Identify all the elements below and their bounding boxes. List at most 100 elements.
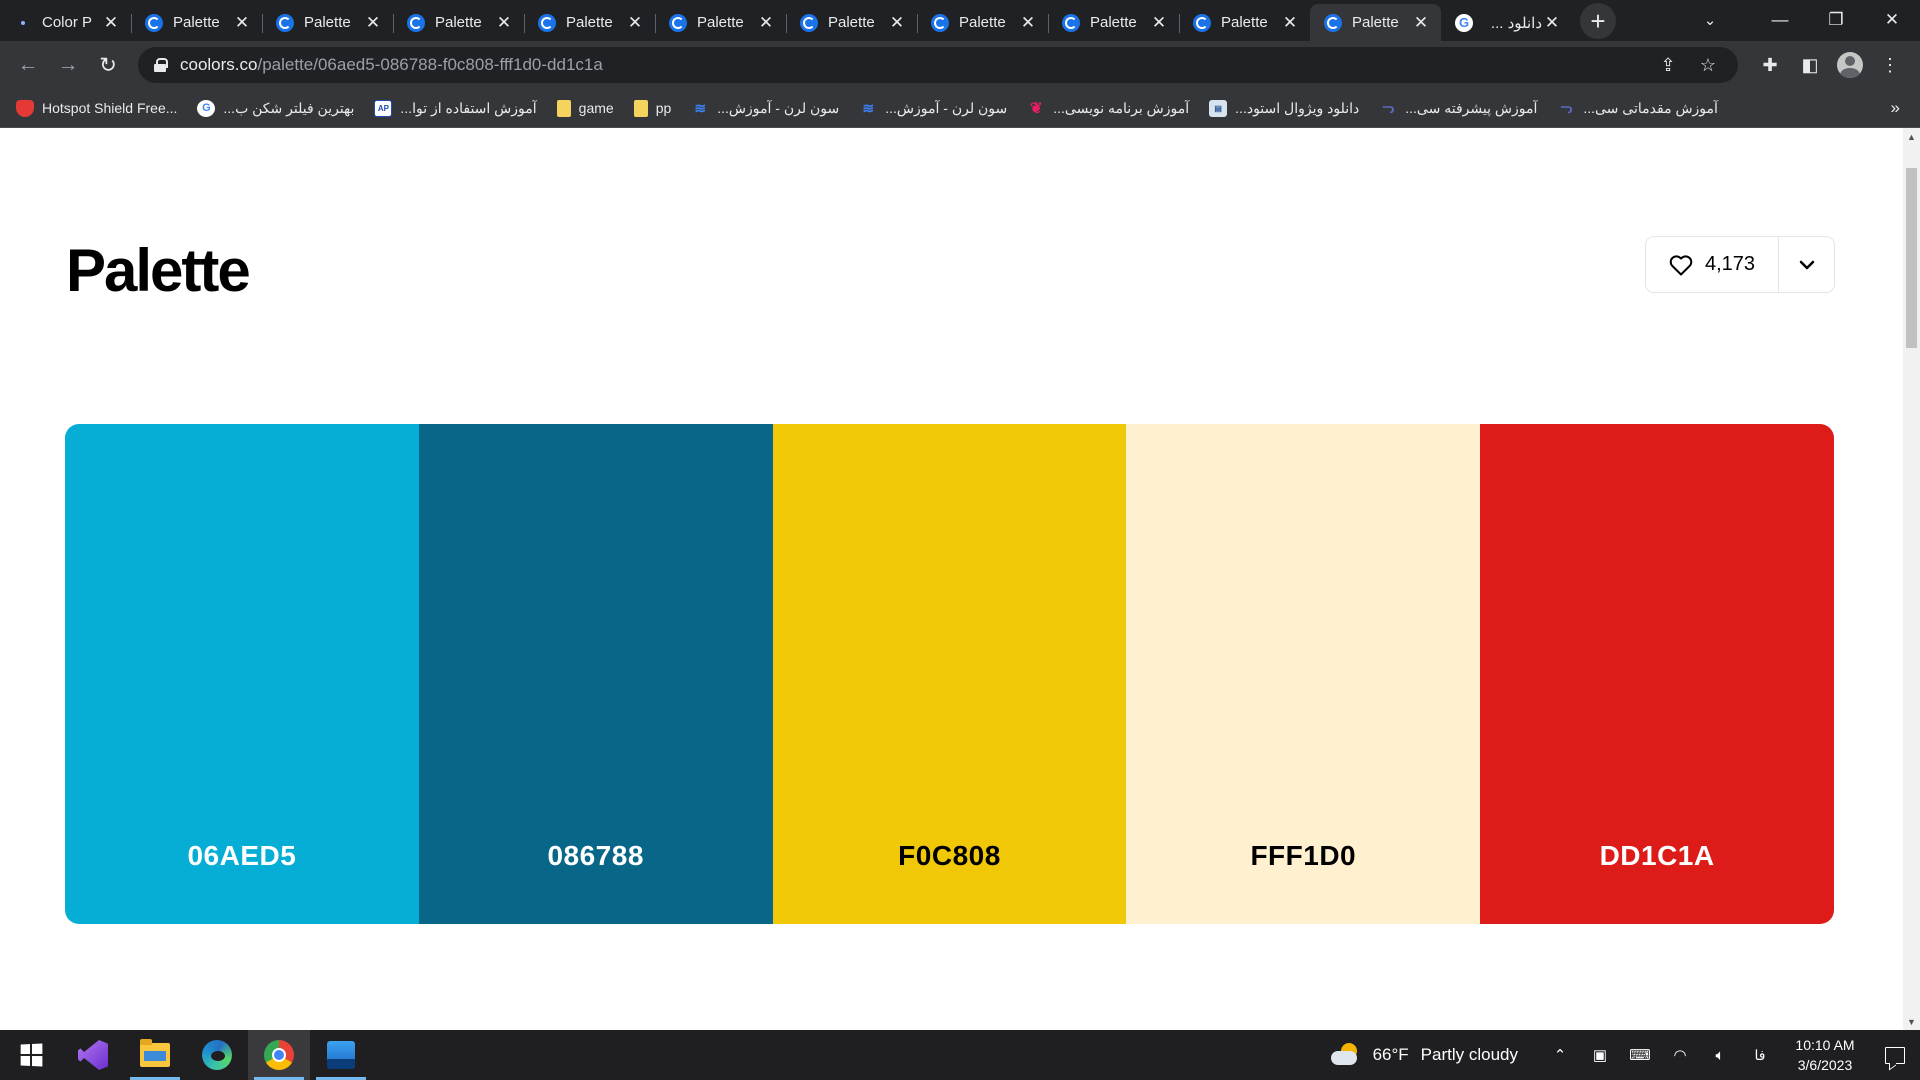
swatch-hex-code[interactable]: FFF1D0 <box>1126 840 1480 872</box>
browser-tab[interactable]: Palette ✕ <box>131 4 262 41</box>
address-bar[interactable]: coolors.co/palette/06aed5-086788-f0c808-… <box>138 47 1738 83</box>
profile-avatar[interactable] <box>1830 45 1870 85</box>
tab-close-icon[interactable]: ✕ <box>1149 13 1169 33</box>
edge-icon <box>202 1040 232 1070</box>
color-swatch[interactable]: F0C808 <box>772 424 1127 924</box>
page-scrollbar[interactable]: ▲ ▼ <box>1903 128 1920 1030</box>
minimize-button[interactable]: — <box>1752 0 1808 40</box>
browser-tab[interactable]: Palette ✕ <box>917 4 1048 41</box>
lock-icon[interactable] <box>154 58 168 72</box>
more-menu-icon[interactable]: ⋮ <box>1870 45 1910 85</box>
tab-close-icon[interactable]: ✕ <box>1542 13 1562 33</box>
code-bookmark-icon: ❦ <box>1029 100 1043 117</box>
close-window-button[interactable]: ✕ <box>1864 0 1920 40</box>
scroll-up-arrow-icon[interactable]: ▲ <box>1903 128 1920 145</box>
taskbar-visual-studio[interactable] <box>62 1030 124 1080</box>
bookmarks-overflow-button[interactable]: » <box>1891 98 1900 118</box>
browser-tab[interactable]: Palette ✕ <box>1179 4 1310 41</box>
partly-cloudy-icon <box>1330 1043 1361 1067</box>
tab-close-icon[interactable]: ✕ <box>625 13 645 33</box>
browser-tab[interactable]: Palette ✕ <box>262 4 393 41</box>
tab-close-icon[interactable]: ✕ <box>494 13 514 33</box>
volume-icon[interactable]: 🔈︎ <box>1700 1030 1740 1080</box>
bookmark-item[interactable]: pp <box>633 99 671 117</box>
color-swatch[interactable]: 06AED5 <box>65 424 419 924</box>
page-viewport: Palette 4,173 06AED5 086788 F0C808 FFF1D0 DD… <box>0 128 1920 1030</box>
bookmark-item[interactable]: G بهترین فیلتر شکن ب... <box>197 99 355 117</box>
bookmark-item[interactable]: game <box>556 99 614 117</box>
wifi-icon[interactable]: ◠ <box>1660 1030 1700 1080</box>
browser-tab[interactable]: Color P ✕ <box>0 4 131 41</box>
browser-tab[interactable]: Palette ✕ <box>786 4 917 41</box>
swatch-hex-code[interactable]: F0C808 <box>773 840 1127 872</box>
browser-tab[interactable]: G دانلود ... ✕ <box>1441 4 1572 41</box>
scroll-down-arrow-icon[interactable]: ▼ <box>1903 1013 1920 1030</box>
bookmark-item[interactable]: ᓓ آموزش پیشرفته سی... <box>1379 100 1537 117</box>
reload-button[interactable]: ↻ <box>88 45 128 85</box>
meet-now-icon[interactable]: ▣ <box>1580 1030 1620 1080</box>
side-panel-icon[interactable]: ◧ <box>1790 45 1830 85</box>
taskbar-file-explorer[interactable] <box>124 1030 186 1080</box>
back-button[interactable]: ← <box>8 45 48 85</box>
tab-close-icon[interactable]: ✕ <box>887 13 907 33</box>
browser-tab-active[interactable]: Palette ✕ <box>1310 4 1441 41</box>
tab-close-icon[interactable]: ✕ <box>1018 13 1038 33</box>
extensions-icon[interactable]: ✚ <box>1750 45 1790 85</box>
color-swatch[interactable]: FFF1D0 <box>1126 424 1481 924</box>
windows-taskbar: 66°F Partly cloudy ⌃ ▣ ⌨ ◠ 🔈︎ فا 10:10 A… <box>0 1030 1920 1080</box>
notification-center-button[interactable] <box>1870 1030 1920 1080</box>
tab-close-icon[interactable]: ✕ <box>101 13 121 33</box>
browser-tab[interactable]: Palette ✕ <box>524 4 655 41</box>
tab-close-icon[interactable]: ✕ <box>1280 13 1300 33</box>
color-swatch[interactable]: DD1C1A <box>1480 424 1834 924</box>
tab-close-icon[interactable]: ✕ <box>232 13 252 33</box>
tab-close-icon[interactable]: ✕ <box>363 13 383 33</box>
bookmark-item[interactable]: ≋ سون لرن - آموزش... <box>859 100 1007 117</box>
tab-list: Color P ✕ Palette ✕ Palette ✕ Palette ✕ Palette ✕… <box>0 0 1572 41</box>
show-hidden-icons-chevron-icon[interactable]: ⌃ <box>1540 1030 1580 1080</box>
coolors-favicon-icon <box>538 13 556 32</box>
start-button[interactable] <box>0 1030 62 1080</box>
tab-search-button[interactable]: ⌄ <box>1682 0 1738 40</box>
bookmark-label: سون لرن - آموزش... <box>885 99 1008 116</box>
browser-tab[interactable]: Palette ✕ <box>655 4 786 41</box>
tab-title: Palette <box>566 14 613 31</box>
system-clock[interactable]: 10:10 AM 3/6/2023 <box>1780 1035 1870 1075</box>
like-button[interactable]: 4,173 <box>1646 237 1779 292</box>
bookmark-star-icon[interactable]: ☆ <box>1688 49 1728 81</box>
swatch-hex-code[interactable]: 086788 <box>419 840 773 872</box>
restore-button[interactable]: ❐ <box>1808 0 1864 40</box>
weather-widget[interactable]: 66°F Partly cloudy <box>1330 1043 1518 1067</box>
forward-button[interactable]: → <box>48 45 88 85</box>
bookmark-item[interactable]: ≋ سون لرن - آموزش... <box>691 100 839 117</box>
bookmark-item[interactable]: ❦ آموزش برنامه نویسی... <box>1027 100 1189 118</box>
tab-close-icon[interactable]: ✕ <box>756 13 776 33</box>
bookmark-label: بهترین فیلتر شکن ب... <box>223 99 355 116</box>
input-language-indicator[interactable]: فا <box>1740 1047 1780 1064</box>
scrollbar-thumb[interactable] <box>1906 168 1917 348</box>
share-icon[interactable]: ⇪ <box>1648 49 1688 81</box>
browser-tab[interactable]: Palette ✕ <box>393 4 524 41</box>
dl-bookmark-icon: ᓓ <box>1560 99 1573 116</box>
touch-keyboard-icon[interactable]: ⌨ <box>1620 1030 1660 1080</box>
color-swatch[interactable]: 086788 <box>418 424 773 924</box>
swatch-hex-code[interactable]: DD1C1A <box>1480 840 1834 872</box>
palette-options-dropdown[interactable] <box>1779 237 1834 292</box>
taskbar-chrome[interactable] <box>248 1030 310 1080</box>
url-text[interactable]: coolors.co/palette/06aed5-086788-f0c808-… <box>180 55 1648 75</box>
bookmark-item[interactable]: Hotspot Shield Free... <box>16 99 177 117</box>
bookmark-label: آموزش مقدماتی سی... <box>1583 99 1718 116</box>
new-tab-button[interactable]: + <box>1580 3 1616 39</box>
browser-tab[interactable]: Palette ✕ <box>1048 4 1179 41</box>
bookmark-item[interactable]: AP آموزش استفاده از توا... <box>374 99 537 117</box>
tab-title: دانلود ... <box>1490 14 1542 32</box>
taskbar-edge[interactable] <box>186 1030 248 1080</box>
bookmark-item[interactable]: ▤ دانلود ویژوال استود... <box>1209 99 1359 117</box>
window-controls: ⌄ — ❐ ✕ <box>1682 0 1920 40</box>
tab-close-icon[interactable]: ✕ <box>1411 13 1431 33</box>
coolors-favicon-icon <box>931 13 949 32</box>
swatch-hex-code[interactable]: 06AED5 <box>65 840 419 872</box>
taskbar-photos[interactable] <box>310 1030 372 1080</box>
bookmark-item[interactable]: ᓓ آموزش مقدماتی سی... <box>1557 100 1718 117</box>
notification-icon <box>1885 1046 1905 1064</box>
